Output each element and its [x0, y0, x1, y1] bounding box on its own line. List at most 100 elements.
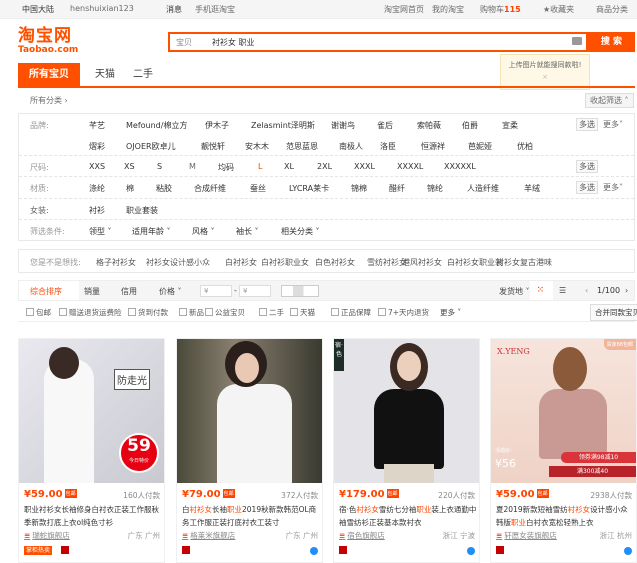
brand-option[interactable]: 优柏 [517, 141, 533, 152]
brand-option[interactable]: 洛臣 [380, 141, 396, 152]
home-link[interactable]: 淘宝网首页 [384, 4, 424, 15]
more-button[interactable]: 更多˅ [603, 119, 623, 130]
price-to-input[interactable]: ¥ [239, 285, 271, 297]
size-option[interactable]: XXS [89, 162, 105, 171]
product-title[interactable]: 夏2019新款短袖雪纺衬衫女设计感小众韩版职业白衬衣宽松轻熟上衣 [496, 503, 634, 529]
my-taobao-link[interactable]: 我的淘宝 [432, 4, 464, 15]
shop-link[interactable]: ≡ 格莱米旗舰店 [182, 530, 235, 541]
mobile-link[interactable]: 手机逛淘宝 [195, 4, 235, 15]
multi-select-button[interactable]: 多选 [576, 118, 598, 131]
condition-dropdown[interactable]: 适用年龄 ˅ [132, 226, 171, 237]
condition-dropdown[interactable]: 风格 ˅ [192, 226, 215, 237]
brand-option[interactable]: 芊艺 [89, 120, 105, 131]
brand-option[interactable]: 谢谢鸟 [331, 120, 355, 131]
search-input[interactable]: 衬衫女 职业 [212, 37, 255, 48]
brand-option[interactable]: OJOER欧卓儿 [126, 141, 176, 152]
grid-view-icon[interactable]: ⁙ [530, 281, 553, 300]
multi-select-button[interactable]: 多选 [576, 160, 598, 173]
brand-option[interactable]: 伯爵 [462, 120, 478, 131]
prev-page-button[interactable]: ‹ [585, 286, 588, 295]
collapse-filters-button[interactable]: 收起筛选 ˄ [585, 93, 634, 108]
brand-option[interactable]: 雀后 [377, 120, 393, 131]
region-selector[interactable]: 中国大陆 [22, 4, 54, 15]
material-option[interactable]: LYCRA莱卡 [289, 183, 329, 194]
product-image[interactable]: X.YENG 買家88包郵 活动价: ¥56 领券满98减10 满300减40 [491, 339, 636, 483]
messages-link[interactable]: 消息 [166, 4, 182, 15]
brand-option[interactable]: 靓悦轩 [201, 141, 225, 152]
material-option[interactable]: 涤纶 [89, 183, 105, 194]
brand-option[interactable]: 范思蓝恩 [286, 141, 318, 152]
suggestion-link[interactable]: 白衬衫女职业装 [447, 257, 503, 268]
price-from-input[interactable]: ¥ [200, 285, 232, 297]
wangwang-icon[interactable] [624, 547, 632, 555]
material-option[interactable]: 锦纶 [427, 183, 443, 194]
material-option[interactable]: 合成纤维 [194, 183, 226, 194]
product-title[interactable]: 宿·色衬衫女雪纺七分袖职业装上衣通勤中袖雪纺衫正装基本款衬衣 [339, 503, 477, 529]
brand-option[interactable]: 安木木 [245, 141, 269, 152]
women-category-option[interactable]: 职业套装 [126, 205, 158, 216]
filter-checkbox[interactable]: 7+天内退货 [378, 307, 429, 318]
condition-dropdown[interactable]: 领型 ˅ [89, 226, 112, 237]
size-option[interactable]: XXXXL [397, 162, 423, 171]
more-button[interactable]: 更多˅ [603, 182, 623, 193]
material-option[interactable]: 锦棉 [351, 183, 367, 194]
material-option[interactable]: 羊绒 [524, 183, 540, 194]
material-option[interactable]: 蚕丝 [250, 183, 266, 194]
brand-option[interactable]: 宣柔 [502, 120, 518, 131]
suggestion-link[interactable]: 白衬衫女 [225, 257, 257, 268]
brand-option[interactable]: 熠彩 [89, 141, 105, 152]
suggestion-link[interactable]: 白衬衫职业女 [261, 257, 309, 268]
search-category-select[interactable]: 宝贝 [176, 37, 192, 48]
tab-tmall[interactable]: 天猫 [90, 63, 120, 86]
shop-link[interactable]: ≡ 轩愿女装旗舰店 [496, 530, 557, 541]
search-box[interactable]: 宝贝 衬衫女 职业 [168, 32, 588, 52]
more-checks-button[interactable]: 更多 ˅ [440, 307, 461, 318]
condition-dropdown[interactable]: 相关分类 ˅ [281, 226, 320, 237]
product-card[interactable]: ¥79.00 包邮 372人付款 白衬衫女长袖职业2019秋新款韩范OL商务工作服… [176, 338, 323, 563]
shop-link[interactable]: ≡ 瑞蛇旗舰店 [24, 530, 70, 541]
favorites-link[interactable]: ★收藏夹 [543, 4, 574, 15]
size-option[interactable]: XXXL [354, 162, 375, 171]
suggestion-link[interactable]: 港风衬衫女 [402, 257, 442, 268]
brand-option[interactable]: 索帕薇 [417, 120, 441, 131]
size-option[interactable]: S [157, 162, 162, 171]
brand-option[interactable]: Mefound/棉立方 [126, 120, 187, 131]
size-option[interactable]: XL [284, 162, 294, 171]
next-page-button[interactable]: › [625, 286, 628, 295]
material-option[interactable]: 粘胶 [156, 183, 172, 194]
material-option[interactable]: 人造纤维 [467, 183, 499, 194]
product-card[interactable]: 宿·色 ¥179.00 包邮 220人付款 宿·色衬衫女雪纺七分袖职业装上衣通勤中… [333, 338, 480, 563]
list-view-icon[interactable]: ☰ [559, 286, 566, 295]
camera-icon[interactable] [572, 37, 582, 45]
brand-option[interactable]: Zelasmint泽明斯 [251, 120, 315, 131]
shop-link[interactable]: ≡ 宿色旗舰店 [339, 530, 385, 541]
product-image[interactable]: 防走光 59 今日特价 [19, 339, 164, 483]
product-card[interactable]: 防走光 59 今日特价 ¥59.00 包邮 160人付款 职业衬衫女长袖修身白衬衣正… [18, 338, 165, 563]
material-option[interactable]: 棉 [126, 183, 134, 194]
tab-second-hand[interactable]: 二手 [128, 63, 158, 86]
categories-link[interactable]: 商品分类 [596, 4, 628, 15]
taobao-logo[interactable]: 淘宝网 Taobao.com [18, 27, 78, 55]
filter-checkbox[interactable]: 包邮 [26, 307, 51, 318]
merge-same-button[interactable]: 合并同款宝贝 [590, 304, 637, 321]
filter-checkbox[interactable]: 二手 [259, 307, 284, 318]
condition-dropdown[interactable]: 袖长 ˅ [236, 226, 259, 237]
material-option[interactable]: 醋纤 [389, 183, 405, 194]
sort-credit[interactable]: 信用 [121, 286, 137, 297]
cart-link[interactable]: 购物车115 [480, 4, 521, 15]
username-link[interactable]: henshuixian123 [70, 4, 134, 13]
size-option[interactable]: 2XL [317, 162, 332, 171]
product-image[interactable] [177, 339, 322, 483]
size-option[interactable]: L [258, 162, 262, 171]
filter-checkbox[interactable]: 货到付款 [128, 307, 168, 318]
size-option[interactable]: 均码 [218, 162, 234, 173]
filter-checkbox[interactable]: 赠送退货运费险 [59, 307, 122, 318]
suggestion-link[interactable]: 衬衫女复古港味 [496, 257, 552, 268]
wangwang-icon[interactable] [310, 547, 318, 555]
size-option[interactable]: XS [124, 162, 135, 171]
sort-price[interactable]: 价格 ˅ [159, 286, 182, 297]
price-range-chart[interactable] [281, 285, 319, 297]
multi-select-button[interactable]: 多选 [576, 181, 598, 194]
product-title[interactable]: 职业衬衫女长袖修身白衬衣正装工作服秋季新款打底上衣ol纯色寸衫 [24, 503, 162, 529]
sort-sales[interactable]: 销量 [84, 286, 100, 297]
